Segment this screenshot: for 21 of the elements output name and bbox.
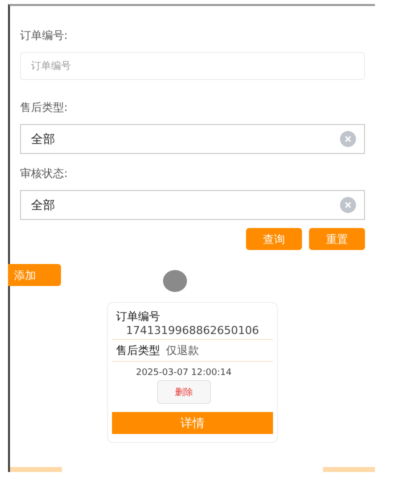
loading-icon <box>163 270 187 292</box>
bottom-strip <box>323 467 375 472</box>
query-button[interactable]: 查询 <box>246 228 302 250</box>
clear-icon[interactable] <box>340 197 356 213</box>
reset-button[interactable]: 重置 <box>309 228 365 250</box>
select-field[interactable]: 全部 <box>20 124 365 154</box>
field-label: 售后类型: <box>20 100 68 115</box>
order-number-field[interactable]: 订单编号 <box>20 52 365 80</box>
type-label: 售后类型 <box>115 343 160 358</box>
detail-button[interactable]: 详情 <box>112 412 273 434</box>
delete-button[interactable]: 删除 <box>157 380 211 404</box>
field-label: 审核状态: <box>20 166 68 181</box>
field-label: 订单编号: <box>20 28 68 43</box>
order-time: 2025-03-07 12:00:14 <box>135 368 233 378</box>
select-field[interactable]: 全部 <box>20 190 365 220</box>
type-value: 仅退款 <box>166 343 199 358</box>
clear-icon[interactable] <box>340 131 356 147</box>
order-number-label: 订单编号 <box>115 309 161 324</box>
bottom-strip <box>10 467 62 472</box>
add-button[interactable]: 添加 <box>8 264 61 286</box>
order-number: 1741319968862650106 <box>112 324 273 340</box>
